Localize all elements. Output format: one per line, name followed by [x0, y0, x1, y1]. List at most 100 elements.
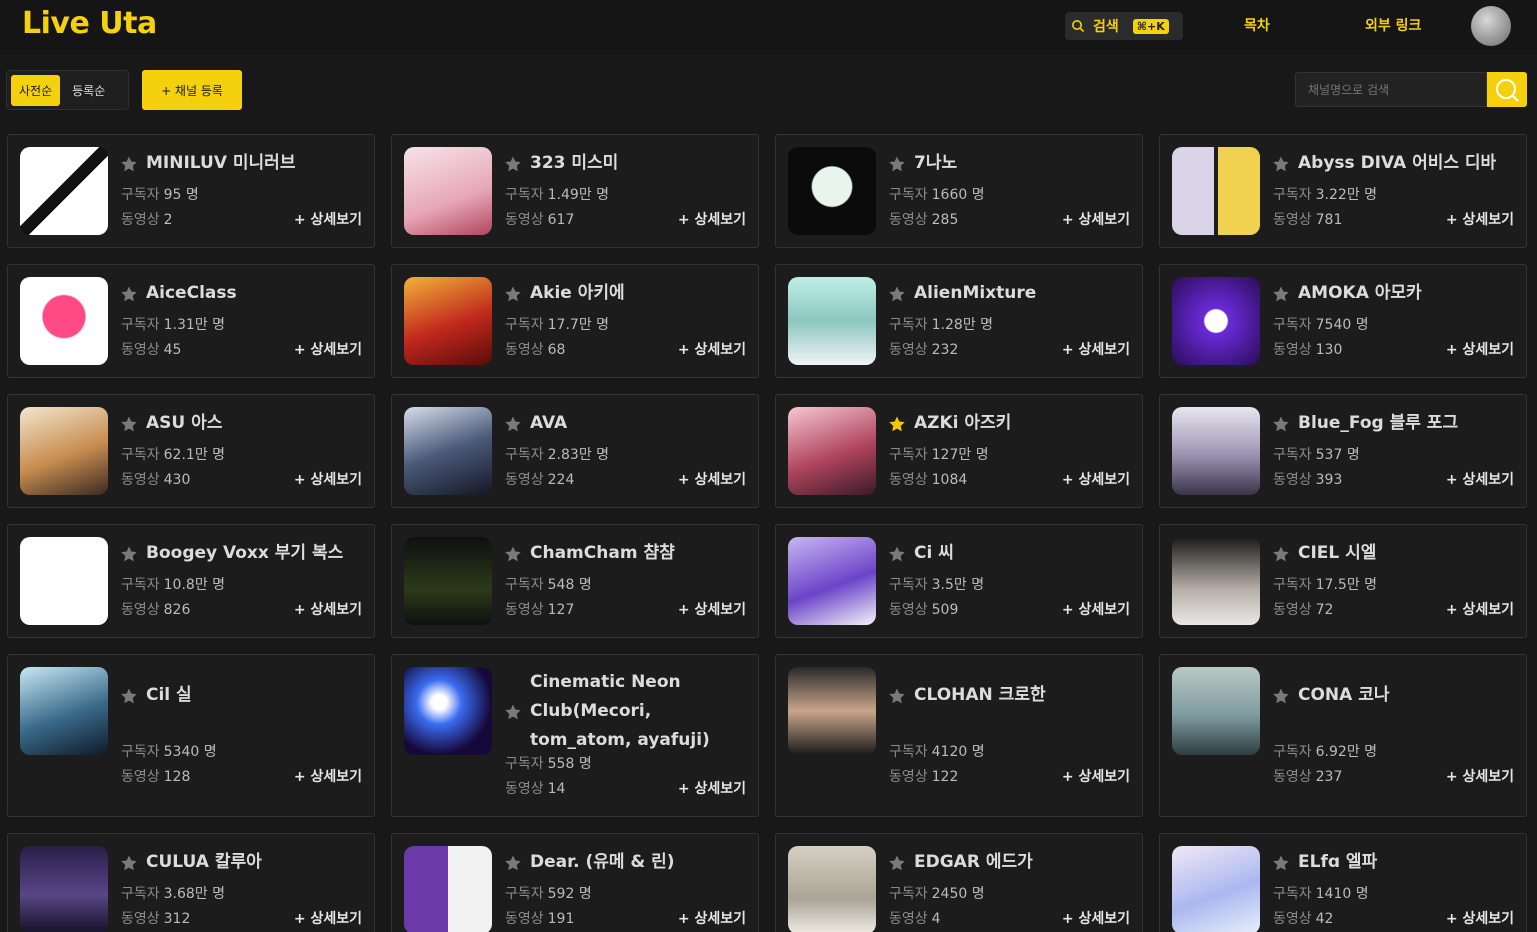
channel-card[interactable]: CULUA 칼루아 구독자 3.68만 명 동영상 312 + 상세보기: [7, 833, 375, 932]
favorite-star-icon[interactable]: [504, 285, 522, 303]
nav-external-links[interactable]: 외부 링크: [1365, 15, 1421, 35]
channel-card[interactable]: Boogey Voxx 부기 복스 구독자 10.8만 명 동영상 826 + 상세…: [7, 524, 375, 638]
detail-button[interactable]: + 상세보기: [1446, 469, 1514, 489]
channel-thumbnail[interactable]: [1172, 537, 1260, 625]
favorite-star-icon[interactable]: [504, 415, 522, 433]
channel-thumbnail[interactable]: [788, 407, 876, 495]
favorite-star-icon[interactable]: [504, 703, 522, 721]
channel-card[interactable]: Cinematic Neon Club(Mecori, tom_atom, ay…: [391, 654, 759, 817]
channel-card[interactable]: Akie 아키에 구독자 17.7만 명 동영상 68 + 상세보기: [391, 264, 759, 378]
detail-button[interactable]: + 상세보기: [294, 469, 362, 489]
channel-card[interactable]: AlienMixture 구독자 1.28만 명 동영상 232 + 상세보기: [775, 264, 1143, 378]
channel-thumbnail[interactable]: [404, 407, 492, 495]
channel-card[interactable]: Blue_Fog 블루 포그 구독자 537 명 동영상 393 + 상세보기: [1159, 394, 1527, 508]
channel-thumbnail[interactable]: [1172, 277, 1260, 365]
detail-button[interactable]: + 상세보기: [294, 908, 362, 928]
favorite-star-icon[interactable]: [1272, 415, 1290, 433]
channel-thumbnail[interactable]: [788, 277, 876, 365]
channel-thumbnail[interactable]: [20, 277, 108, 365]
favorite-star-icon[interactable]: [888, 285, 906, 303]
favorite-star-icon[interactable]: [120, 155, 138, 173]
channel-card[interactable]: ChamCham 챰챰 구독자 548 명 동영상 127 + 상세보기: [391, 524, 759, 638]
detail-button[interactable]: + 상세보기: [1446, 908, 1514, 928]
channel-card[interactable]: AVA 구독자 2.83만 명 동영상 224 + 상세보기: [391, 394, 759, 508]
channel-card[interactable]: Cil 실 구독자 5340 명 동영상 128 + 상세보기: [7, 654, 375, 817]
channel-card[interactable]: CLOHAN 크로한 구독자 4120 명 동영상 122 + 상세보기: [775, 654, 1143, 817]
detail-button[interactable]: + 상세보기: [1446, 209, 1514, 229]
channel-thumbnail[interactable]: [404, 277, 492, 365]
sort-registered-button[interactable]: 등록순: [64, 75, 113, 106]
detail-button[interactable]: + 상세보기: [678, 469, 746, 489]
favorite-star-icon[interactable]: [120, 415, 138, 433]
favorite-star-icon[interactable]: [120, 285, 138, 303]
channel-card[interactable]: 323 미스미 구독자 1.49만 명 동영상 617 + 상세보기: [391, 134, 759, 248]
channel-card[interactable]: ASU 아스 구독자 62.1만 명 동영상 430 + 상세보기: [7, 394, 375, 508]
channel-thumbnail[interactable]: [404, 147, 492, 235]
channel-thumbnail[interactable]: [1172, 407, 1260, 495]
channel-card[interactable]: ELfɑ 엘파 구독자 1410 명 동영상 42 + 상세보기: [1159, 833, 1527, 932]
channel-thumbnail[interactable]: [1172, 667, 1260, 755]
channel-thumbnail[interactable]: [404, 846, 492, 932]
channel-card[interactable]: Abyss DIVA 어비스 디바 구독자 3.22만 명 동영상 781 + 상세…: [1159, 134, 1527, 248]
detail-button[interactable]: + 상세보기: [1062, 599, 1130, 619]
channel-card[interactable]: Dear. (유메 & 린) 구독자 592 명 동영상 191 + 상세보기: [391, 833, 759, 932]
site-logo[interactable]: Live Uta: [22, 6, 157, 41]
favorite-star-icon[interactable]: [1272, 545, 1290, 563]
detail-button[interactable]: + 상세보기: [678, 599, 746, 619]
channel-thumbnail[interactable]: [20, 846, 108, 932]
favorite-star-icon[interactable]: [504, 155, 522, 173]
user-avatar[interactable]: [1471, 6, 1511, 46]
favorite-star-icon[interactable]: [888, 687, 906, 705]
favorite-star-icon[interactable]: [504, 545, 522, 563]
favorite-star-icon[interactable]: [120, 545, 138, 563]
favorite-star-icon[interactable]: [1272, 155, 1290, 173]
favorite-star-icon[interactable]: [1272, 854, 1290, 872]
detail-button[interactable]: + 상세보기: [678, 778, 746, 798]
channel-thumbnail[interactable]: [20, 147, 108, 235]
favorite-star-icon[interactable]: [888, 155, 906, 173]
detail-button[interactable]: + 상세보기: [294, 599, 362, 619]
channel-thumbnail[interactable]: [1172, 846, 1260, 932]
channel-thumbnail[interactable]: [788, 537, 876, 625]
detail-button[interactable]: + 상세보기: [1446, 766, 1514, 786]
global-search-button[interactable]: 검색 ⌘+K: [1065, 12, 1183, 40]
channel-search-input[interactable]: [1295, 72, 1487, 107]
channel-thumbnail[interactable]: [788, 667, 876, 755]
channel-thumbnail[interactable]: [404, 667, 492, 755]
channel-thumbnail[interactable]: [1172, 147, 1260, 235]
channel-card[interactable]: AZKi 아즈키 구독자 127만 명 동영상 1084 + 상세보기: [775, 394, 1143, 508]
channel-thumbnail[interactable]: [20, 667, 108, 755]
add-channel-button[interactable]: + 채널 등록: [142, 70, 242, 110]
favorite-star-icon[interactable]: [888, 854, 906, 872]
detail-button[interactable]: + 상세보기: [294, 766, 362, 786]
sort-dictionary-button[interactable]: 사전순: [11, 74, 61, 106]
channel-card[interactable]: Ci 씨 구독자 3.5만 명 동영상 509 + 상세보기: [775, 524, 1143, 638]
favorite-star-icon[interactable]: [888, 545, 906, 563]
favorite-star-icon[interactable]: [1272, 285, 1290, 303]
channel-card[interactable]: EDGAR 에드가 구독자 2450 명 동영상 4 + 상세보기: [775, 833, 1143, 932]
favorite-star-icon[interactable]: [120, 854, 138, 872]
channel-card[interactable]: 7나노 구독자 1660 명 동영상 285 + 상세보기: [775, 134, 1143, 248]
favorite-star-icon[interactable]: [120, 687, 138, 705]
detail-button[interactable]: + 상세보기: [1062, 339, 1130, 359]
channel-search-submit[interactable]: [1487, 72, 1527, 107]
channel-thumbnail[interactable]: [20, 407, 108, 495]
detail-button[interactable]: + 상세보기: [1062, 209, 1130, 229]
detail-button[interactable]: + 상세보기: [294, 209, 362, 229]
detail-button[interactable]: + 상세보기: [1062, 469, 1130, 489]
channel-card[interactable]: MINILUV 미니러브 구독자 95 명 동영상 2 + 상세보기: [7, 134, 375, 248]
channel-card[interactable]: CONA 코나 구독자 6.92만 명 동영상 237 + 상세보기: [1159, 654, 1527, 817]
channel-thumbnail[interactable]: [404, 537, 492, 625]
channel-thumbnail[interactable]: [20, 537, 108, 625]
detail-button[interactable]: + 상세보기: [1062, 766, 1130, 786]
detail-button[interactable]: + 상세보기: [678, 908, 746, 928]
channel-card[interactable]: CIEL 시엘 구독자 17.5만 명 동영상 72 + 상세보기: [1159, 524, 1527, 638]
detail-button[interactable]: + 상세보기: [1446, 339, 1514, 359]
channel-thumbnail[interactable]: [788, 147, 876, 235]
channel-card[interactable]: AMOKA 아모카 구독자 7540 명 동영상 130 + 상세보기: [1159, 264, 1527, 378]
channel-card[interactable]: AiceClass 구독자 1.31만 명 동영상 45 + 상세보기: [7, 264, 375, 378]
favorite-star-icon[interactable]: [888, 415, 906, 433]
favorite-star-icon[interactable]: [504, 854, 522, 872]
detail-button[interactable]: + 상세보기: [678, 209, 746, 229]
detail-button[interactable]: + 상세보기: [294, 339, 362, 359]
